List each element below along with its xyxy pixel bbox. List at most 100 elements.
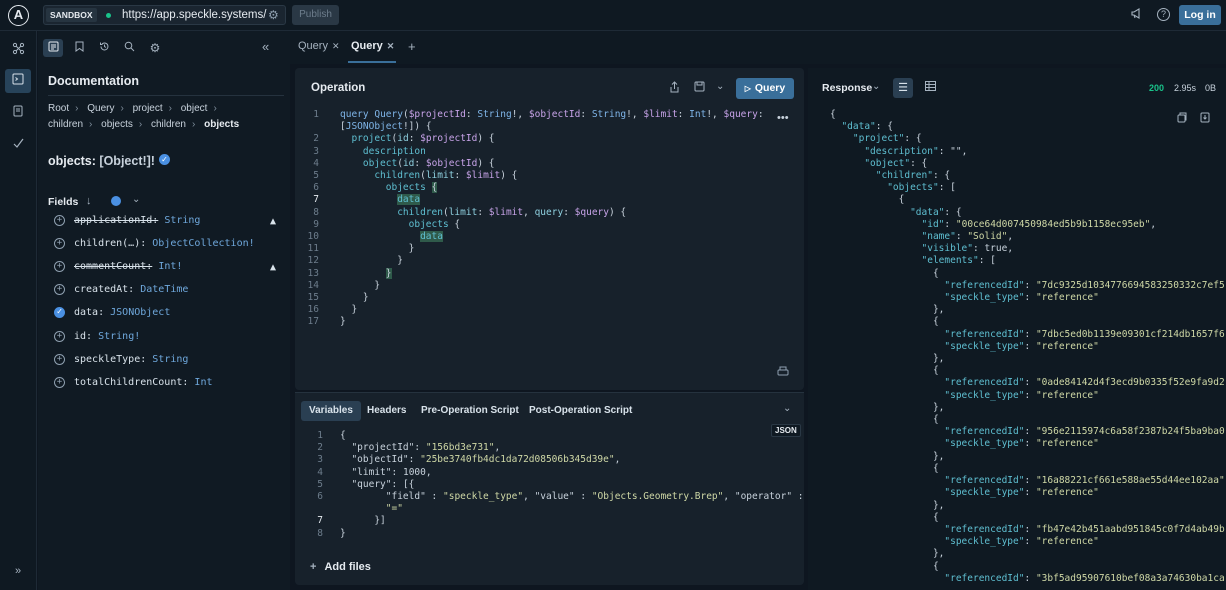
chevron-down-icon[interactable]: ⌄ — [132, 194, 140, 205]
gear-icon[interactable]: ⚙ — [268, 8, 279, 22]
field-type-link[interactable]: Int — [194, 377, 212, 388]
docs-title: Documentation — [48, 74, 139, 88]
field-name: commentCount: — [74, 261, 153, 273]
tab-query-1[interactable]: Query ✕ — [298, 40, 340, 52]
breadcrumb-item[interactable]: children — [151, 119, 186, 130]
add-tab-icon[interactable]: + — [408, 39, 416, 54]
breadcrumb-item[interactable]: Root — [48, 103, 69, 114]
megaphone-icon[interactable] — [1131, 8, 1143, 22]
tab-headers[interactable]: Headers — [359, 401, 414, 421]
run-query-button[interactable]: ▷ Query — [736, 78, 794, 99]
field-type-link[interactable]: Int! — [158, 261, 182, 272]
field-signature: commentCount: Int! — [74, 259, 182, 275]
chevron-down-icon[interactable]: ⌄ — [872, 81, 880, 92]
divider — [48, 95, 284, 96]
app-logo-icon[interactable]: A — [8, 5, 29, 26]
plus-circle-icon[interactable]: + — [54, 215, 65, 226]
tab-variables[interactable]: Variables — [301, 401, 361, 421]
help-icon[interactable]: ? — [1157, 8, 1170, 21]
document-icon[interactable] — [5, 101, 31, 125]
field-row[interactable]: + commentCount: Int! ▲ — [54, 259, 276, 277]
field-type-link[interactable]: DateTime — [140, 284, 188, 295]
query-editor[interactable]: query Query($projectId: String!, $object… — [340, 109, 764, 329]
plus-circle-icon[interactable]: + — [54, 238, 65, 250]
collapse-panel-icon[interactable]: « — [262, 39, 269, 54]
plus-circle-icon[interactable]: + — [54, 284, 65, 296]
history-icon[interactable] — [94, 39, 114, 57]
text-view-icon[interactable]: ☰ — [893, 78, 913, 98]
field-type-link[interactable]: String — [152, 354, 188, 365]
connection-status-dot — [106, 13, 111, 18]
operation-title: Operation — [311, 82, 366, 94]
breadcrumb-item[interactable]: children — [48, 119, 83, 130]
chevron-down-icon[interactable]: ⌄ — [716, 81, 724, 92]
add-files-button[interactable]: + Add files — [310, 561, 371, 573]
plus-circle-icon[interactable]: + — [54, 261, 65, 273]
search-icon[interactable] — [119, 39, 139, 57]
field-name: applicationId: — [74, 215, 159, 226]
editor-icon[interactable] — [5, 69, 31, 93]
check-circle-icon: ✓ — [159, 154, 170, 165]
field-row[interactable]: ✓ data: JSONObject — [54, 305, 276, 323]
breadcrumb-current: objects — [204, 119, 240, 130]
field-row[interactable]: + id: String! — [54, 329, 276, 347]
tab-query-2[interactable]: Query ✕ — [351, 40, 394, 52]
plus-circle-icon[interactable]: + — [54, 376, 65, 388]
breadcrumb-item[interactable]: Query — [87, 103, 114, 114]
double-chevron-right-icon[interactable]: » — [5, 559, 31, 583]
field-signature: children(…): ObjectCollection! — [74, 236, 255, 252]
field-row[interactable]: + totalChildrenCount: Int — [54, 375, 276, 393]
field-row[interactable]: + children(…): ObjectCollection! — [54, 236, 276, 254]
table-view-icon[interactable] — [920, 78, 940, 98]
plus-circle-icon[interactable]: + — [54, 330, 65, 342]
tab-post-operation-script[interactable]: Post-Operation Script — [521, 401, 640, 421]
breadcrumb: Root › Query › project › object › children › … — [48, 103, 240, 130]
close-icon[interactable]: ✕ — [387, 41, 395, 51]
field-name: totalChildrenCount: — [74, 376, 189, 388]
tab-pre-operation-script[interactable]: Pre-Operation Script — [413, 401, 527, 421]
field-name: children(…): — [74, 238, 147, 250]
share-icon[interactable] — [669, 81, 680, 96]
field-row[interactable]: + speckleType: String — [54, 352, 276, 370]
bookmark-icon[interactable] — [69, 39, 89, 57]
check-circle-icon[interactable]: ✓ — [54, 307, 65, 319]
sandbox-badge: SANDBOX — [46, 8, 97, 22]
chevron-double-down-icon[interactable]: ⌄ — [783, 403, 791, 414]
response-time: 2.95s — [1174, 83, 1197, 93]
documentation-panel: ⚙ « Documentation Root › Query › project › … — [38, 31, 290, 590]
field-type-link[interactable]: String! — [98, 331, 140, 342]
settings-gear-icon[interactable]: ⚙ — [145, 39, 165, 57]
response-size: 0B — [1205, 83, 1217, 93]
field-name: data: — [74, 307, 105, 319]
graph-icon[interactable] — [5, 39, 31, 63]
response-title[interactable]: Response — [822, 82, 872, 94]
field-type-link[interactable]: JSONObject — [110, 307, 170, 318]
field-row[interactable]: + createdAt: DateTime — [54, 282, 276, 300]
field-type-link[interactable]: ObjectCollection! — [152, 238, 254, 249]
sort-arrow-icon[interactable]: ↓ — [86, 195, 92, 207]
prettify-icon[interactable] — [777, 366, 789, 379]
field-name: createdAt: — [74, 284, 135, 296]
breadcrumb-item[interactable]: object — [181, 103, 208, 114]
breadcrumb-item[interactable]: objects — [101, 119, 133, 130]
warning-icon: ▲ — [269, 262, 276, 274]
play-icon: ▷ — [744, 84, 751, 93]
field-type-link[interactable]: String — [164, 215, 200, 226]
plus-circle-icon[interactable]: + — [54, 353, 65, 365]
type-signature: [Object!]! — [99, 154, 155, 168]
variables-editor[interactable]: { "projectId": "156bd3e731", "objectId":… — [340, 430, 804, 540]
endpoint-url-box[interactable]: SANDBOX https://app.speckle.systems/ ⚙ — [43, 5, 286, 25]
login-button[interactable]: Log in — [1179, 5, 1221, 25]
minus-circle-icon[interactable] — [111, 196, 121, 206]
docs-icon[interactable] — [43, 39, 63, 57]
field-row[interactable]: + applicationId: String ▲ — [54, 213, 276, 231]
breadcrumb-item[interactable]: project — [133, 103, 163, 114]
close-icon[interactable]: ✕ — [332, 41, 340, 51]
top-bar: A SANDBOX https://app.speckle.systems/ ⚙… — [0, 0, 1226, 31]
active-tab-indicator — [348, 61, 396, 63]
save-icon[interactable] — [694, 81, 705, 95]
check-icon[interactable] — [5, 133, 31, 157]
more-options-icon[interactable]: ••• — [777, 112, 789, 124]
publish-button[interactable]: Publish — [292, 5, 339, 25]
endpoint-url-input[interactable]: https://app.speckle.systems/ — [122, 8, 267, 23]
